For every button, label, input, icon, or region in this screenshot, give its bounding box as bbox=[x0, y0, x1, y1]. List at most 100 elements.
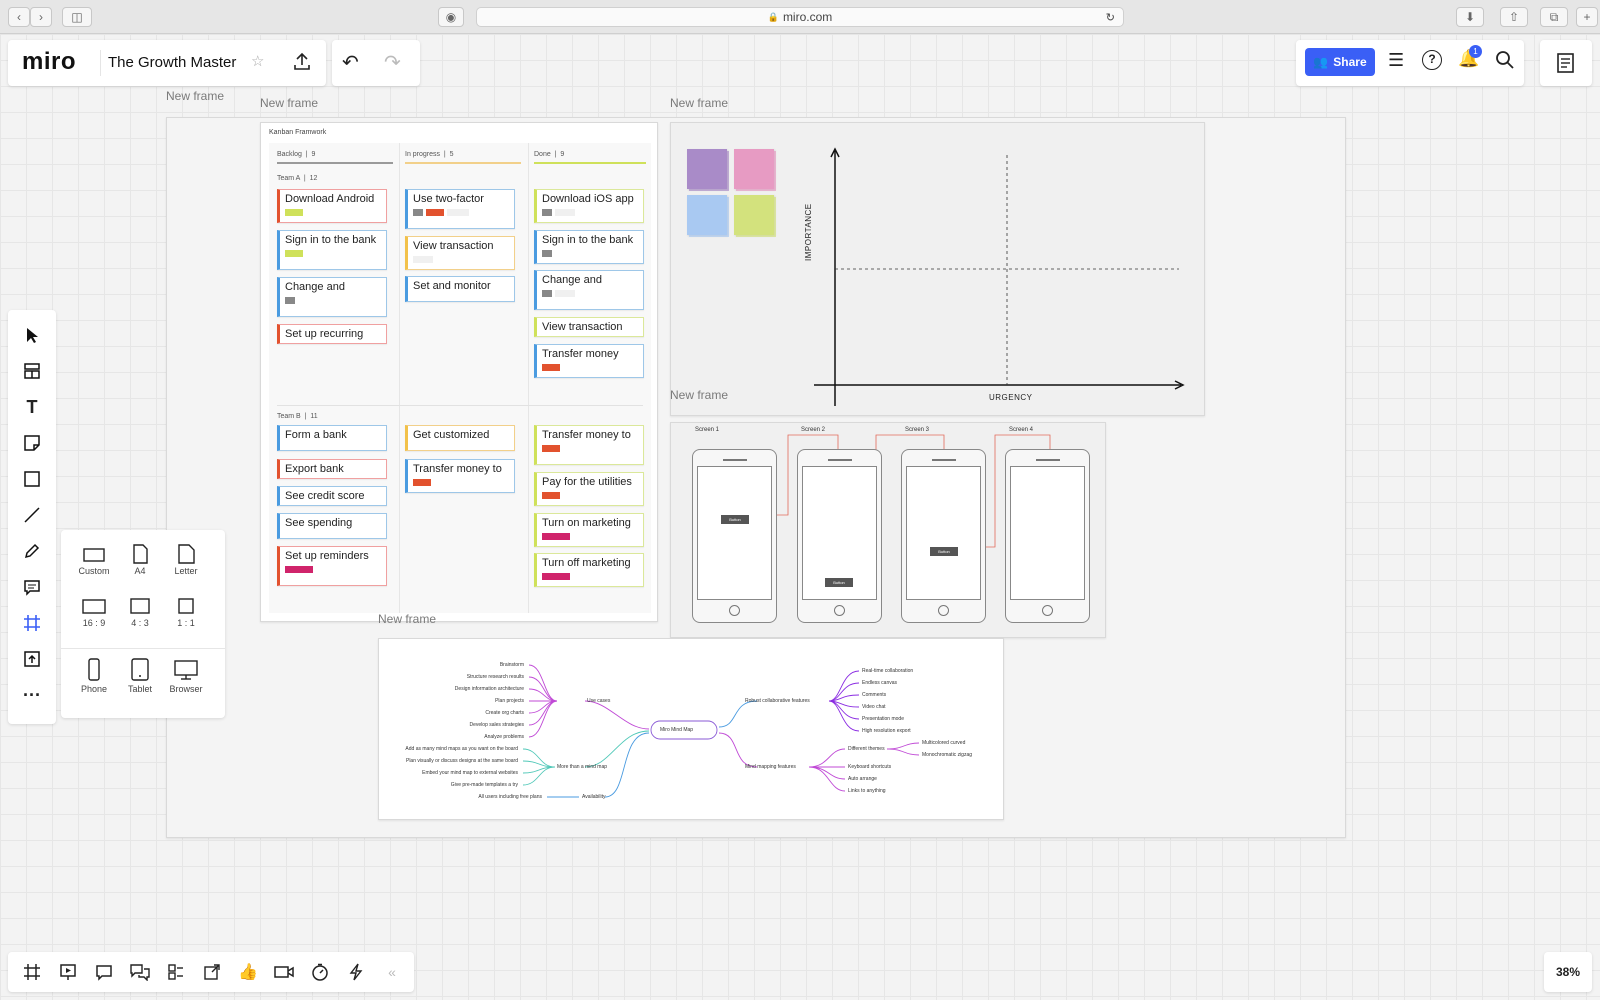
kanban-card[interactable]: View transaction bbox=[534, 317, 644, 337]
kanban-card[interactable]: Turn on marketing bbox=[534, 513, 644, 547]
mind-map-node[interactable]: Plan projects bbox=[495, 698, 524, 704]
frame-option-custom[interactable]: Custom bbox=[71, 544, 117, 576]
kanban-card[interactable]: Set and monitor bbox=[405, 276, 515, 302]
site-settings-button[interactable]: ◉ bbox=[438, 7, 464, 27]
phone-mockup[interactable]: Button bbox=[797, 449, 882, 623]
cards-button[interactable] bbox=[158, 952, 194, 992]
tabs-button[interactable]: ⧉ bbox=[1540, 7, 1568, 27]
mind-map-node[interactable]: Design information architecture bbox=[455, 686, 524, 692]
priority-matrix-frame[interactable]: IMPORTANCE URGENCY bbox=[670, 122, 1205, 416]
mind-map-node[interactable]: Mind mapping features bbox=[745, 764, 796, 770]
mind-map-node[interactable]: Availability bbox=[582, 794, 606, 800]
undo-button[interactable]: ↶ bbox=[342, 50, 359, 75]
mind-map-root[interactable]: Miro Mind Map bbox=[660, 727, 693, 733]
help-button[interactable]: ? bbox=[1422, 50, 1442, 70]
zoom-indicator[interactable]: 38% bbox=[1544, 952, 1592, 992]
shape-tool[interactable] bbox=[8, 464, 56, 494]
sidebar-toggle-button[interactable]: ◫ bbox=[62, 7, 92, 27]
notifications-button[interactable]: 🔔 1 bbox=[1458, 45, 1482, 69]
sticky-note-tool[interactable] bbox=[8, 428, 56, 458]
kanban-card[interactable]: Pay for the utilities bbox=[534, 472, 644, 506]
pen-tool[interactable] bbox=[8, 536, 56, 566]
mind-map-node[interactable]: Keyboard shortcuts bbox=[848, 764, 891, 770]
wireframe-button[interactable]: Button bbox=[721, 515, 749, 524]
reload-icon[interactable]: ↻ bbox=[1106, 11, 1115, 24]
chat-button[interactable] bbox=[122, 952, 158, 992]
frame-tool[interactable] bbox=[8, 608, 56, 638]
kanban-card[interactable]: View transaction bbox=[405, 236, 515, 270]
frame-label-kanban[interactable]: New frame bbox=[260, 96, 318, 110]
redo-button[interactable]: ↷ bbox=[384, 50, 401, 75]
more-tools-button[interactable]: ··· bbox=[8, 680, 56, 710]
comments-button[interactable] bbox=[86, 952, 122, 992]
star-icon[interactable]: ☆ bbox=[251, 52, 264, 70]
frame-option-browser[interactable]: Browser bbox=[163, 658, 209, 694]
frame-option-tablet[interactable]: Tablet bbox=[117, 658, 163, 694]
kanban-frame[interactable]: Kanban Framwork Backlog | 9 In progress … bbox=[260, 122, 658, 622]
power-ups-button[interactable] bbox=[338, 952, 374, 992]
kanban-card[interactable]: Transfer money bbox=[534, 344, 644, 378]
mind-map-node[interactable]: Develop sales strategies bbox=[470, 722, 524, 728]
search-button[interactable] bbox=[1494, 49, 1518, 73]
kanban-card[interactable]: Transfer money to bbox=[534, 425, 644, 465]
mind-map-node[interactable]: All users including free plans bbox=[478, 794, 542, 800]
kanban-card[interactable]: Turn off marketing bbox=[534, 553, 644, 587]
kanban-card[interactable]: Form a bank bbox=[277, 425, 387, 451]
mind-map-node[interactable]: Auto arrange bbox=[848, 776, 877, 782]
forward-button[interactable]: › bbox=[30, 7, 52, 27]
mind-map-node[interactable]: Different themes bbox=[848, 746, 885, 752]
frame-label-wireframe[interactable]: New frame bbox=[670, 388, 728, 402]
phone-mockup[interactable]: Button bbox=[692, 449, 777, 623]
video-chat-button[interactable] bbox=[266, 952, 302, 992]
board-notes-button[interactable] bbox=[1555, 51, 1577, 75]
line-tool[interactable] bbox=[8, 500, 56, 530]
mind-map-node[interactable]: Give pre-made templates a try bbox=[451, 782, 518, 788]
mind-map-node[interactable]: Plan visually or discuss designs at the … bbox=[406, 758, 518, 764]
comment-tool[interactable] bbox=[8, 572, 56, 602]
mind-map-node[interactable]: Robust collaborative features bbox=[745, 698, 810, 704]
mind-map-node[interactable]: Create org charts bbox=[485, 710, 524, 716]
mind-map-node[interactable]: Brainstorm bbox=[500, 662, 524, 668]
kanban-card[interactable]: Sign in to the bank bbox=[277, 230, 387, 270]
frame-label-matrix[interactable]: New frame bbox=[670, 96, 728, 110]
collapse-toolbar-button[interactable]: « bbox=[374, 952, 410, 992]
timer-button[interactable] bbox=[302, 952, 338, 992]
kanban-card[interactable]: Export bank bbox=[277, 459, 387, 479]
miro-logo[interactable]: miro bbox=[22, 48, 76, 76]
wireframe-button[interactable]: Button bbox=[825, 578, 853, 587]
kanban-card[interactable]: Transfer money to bbox=[405, 459, 515, 493]
downloads-button[interactable]: ⬇ bbox=[1456, 7, 1484, 27]
kanban-card[interactable]: See credit score bbox=[277, 486, 387, 506]
voting-button[interactable]: 👍 bbox=[230, 952, 266, 992]
kanban-card[interactable]: Change and bbox=[534, 270, 644, 310]
text-tool[interactable]: T bbox=[8, 392, 56, 422]
mind-map-frame[interactable]: Miro Mind Map Use cases Brainstorm Struc… bbox=[378, 638, 1004, 820]
frame-option-letter[interactable]: Letter bbox=[163, 544, 209, 576]
wireframe-button[interactable]: Button bbox=[930, 547, 958, 556]
kanban-card[interactable]: Download iOS app bbox=[534, 189, 644, 223]
frame-option-phone[interactable]: Phone bbox=[71, 658, 117, 694]
share-button[interactable]: 👥 Share bbox=[1305, 48, 1375, 76]
mind-map-node[interactable]: Embed your mind map to external websites bbox=[422, 770, 518, 776]
mind-map-node[interactable]: Use cases bbox=[587, 698, 610, 704]
kanban-card[interactable]: Download Android bbox=[277, 189, 387, 223]
kanban-card[interactable]: Set up reminders bbox=[277, 546, 387, 586]
kanban-card[interactable]: Set up recurring bbox=[277, 324, 387, 344]
new-tab-button[interactable]: + bbox=[1576, 7, 1598, 27]
frame-label-mindmap[interactable]: New frame bbox=[378, 612, 436, 626]
kanban-card[interactable]: Sign in to the bank bbox=[534, 230, 644, 264]
frame-option-1-1[interactable]: 1 : 1 bbox=[163, 596, 209, 628]
mind-map-node[interactable]: Multicolored curved bbox=[922, 740, 965, 746]
board-title[interactable]: The Growth Master bbox=[108, 54, 236, 71]
mind-map-node[interactable]: Add as many mind maps as you want on the… bbox=[405, 746, 518, 752]
mind-map-node[interactable]: Comments bbox=[862, 692, 886, 698]
mind-map-node[interactable]: Video chat bbox=[862, 704, 886, 710]
wireframe-frame[interactable]: Screen 1 Screen 2 Screen 3 Screen 4 Butt… bbox=[670, 422, 1106, 638]
address-bar[interactable]: 🔒 miro.com ↻ bbox=[476, 7, 1124, 27]
kanban-card[interactable]: See spending bbox=[277, 513, 387, 539]
export-button[interactable] bbox=[290, 50, 314, 74]
screen-share-button[interactable] bbox=[194, 952, 230, 992]
frame-option-16-9[interactable]: 16 : 9 bbox=[71, 596, 117, 628]
mind-map-node[interactable]: Structure research results bbox=[467, 674, 524, 680]
share-browser-button[interactable]: ⇧ bbox=[1500, 7, 1528, 27]
